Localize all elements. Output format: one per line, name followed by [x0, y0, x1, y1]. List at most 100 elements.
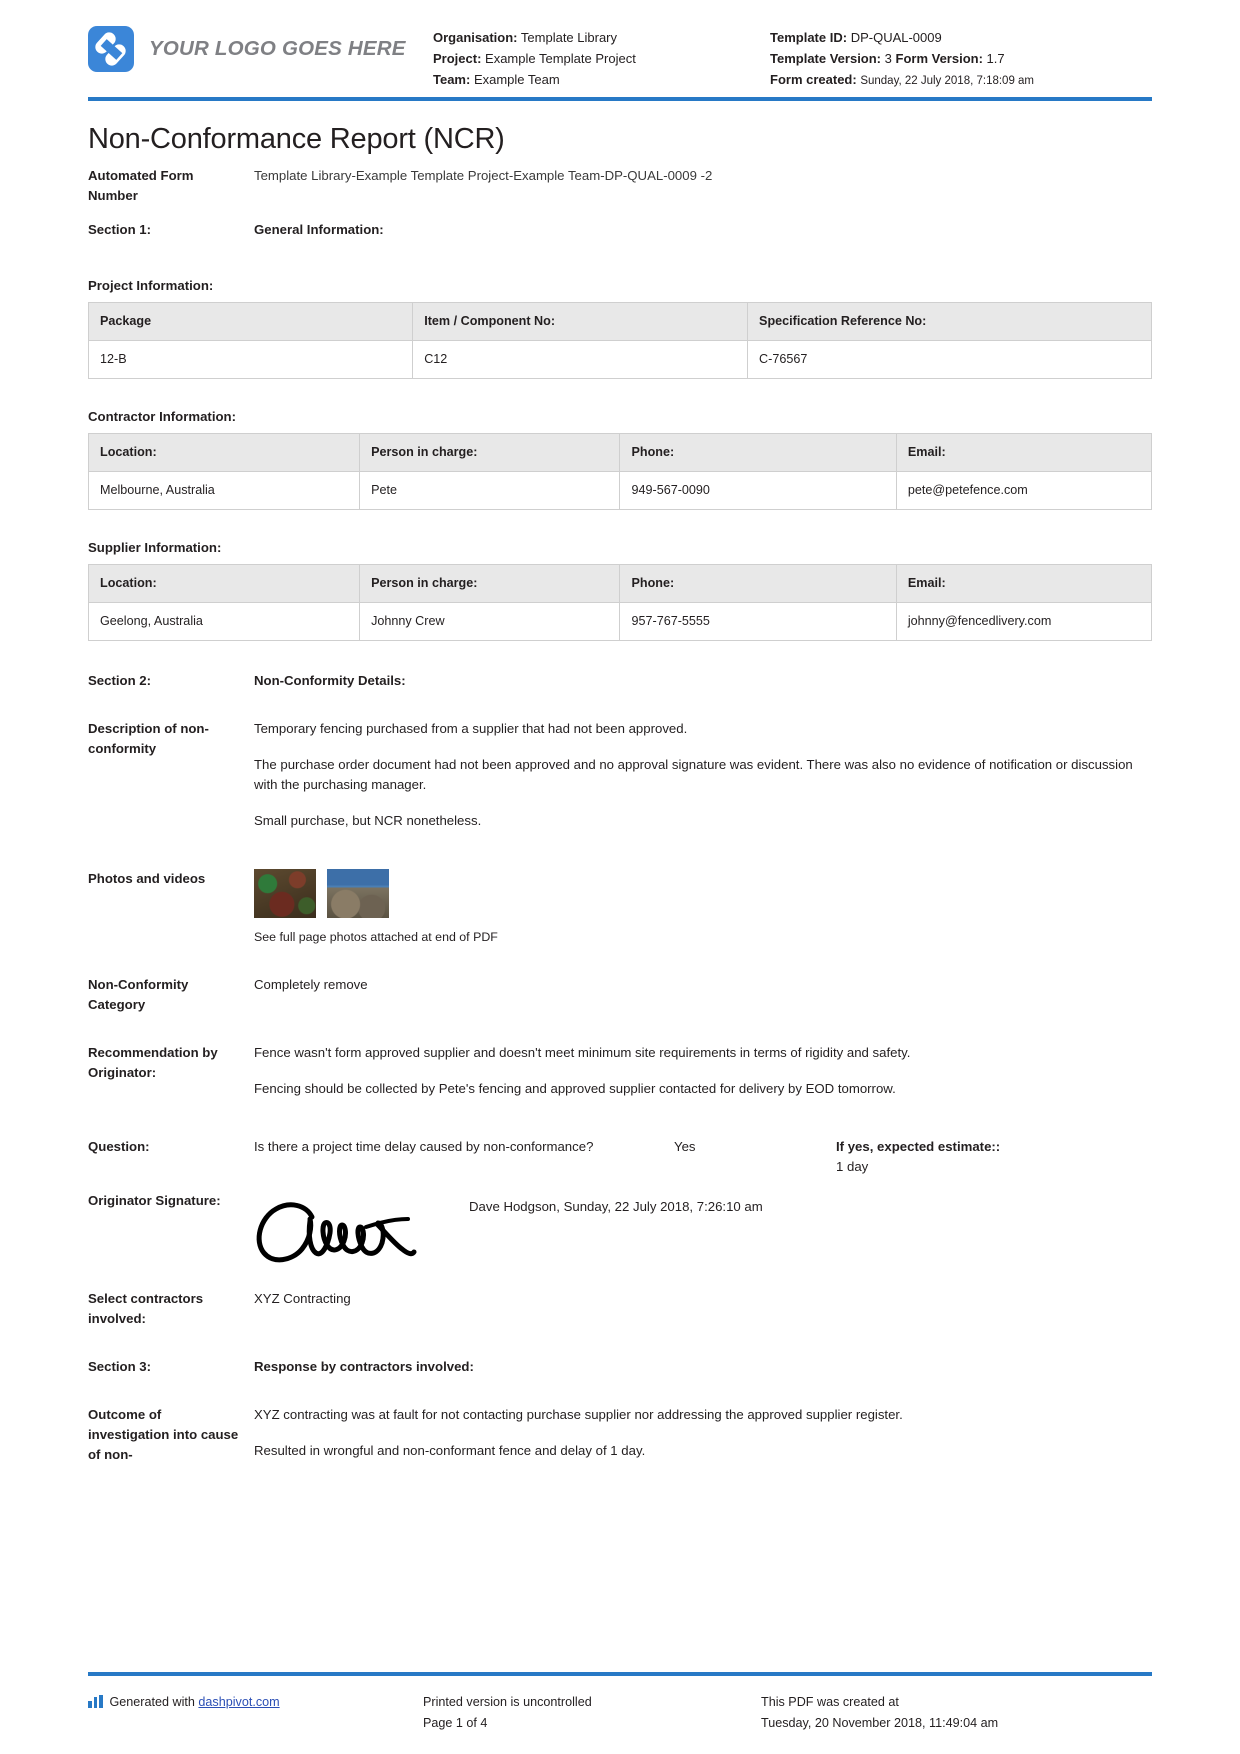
- page-title: Non-Conformance Report (NCR): [88, 123, 505, 155]
- question-estimate-value: 1 day: [836, 1159, 869, 1174]
- footer-created-notice: This PDF was created at: [761, 1695, 899, 1709]
- description-value: Temporary fencing purchased from a suppl…: [254, 719, 1152, 831]
- footer-generated: Generated with dashpivot.com: [88, 1692, 423, 1734]
- photo-thumbnail[interactable]: [327, 869, 389, 918]
- header-meta-right: Template ID: DP-QUAL-0009 Template Versi…: [770, 18, 1152, 92]
- document-page: YOUR LOGO GOES HERE Organisation: Templa…: [0, 0, 1240, 1754]
- description-row: Description of non-conformity Temporary …: [88, 719, 1152, 831]
- section2-row: Section 2: Non-Conformity Details:: [88, 671, 1152, 691]
- document-footer: Generated with dashpivot.com Printed ver…: [88, 1692, 1152, 1734]
- table-header-row: Location: Person in charge: Phone: Email…: [87, 433, 1153, 472]
- header-organisation-value: Template Library: [520, 30, 618, 45]
- column-header: Package: [87, 302, 414, 341]
- question-label: Question:: [88, 1139, 150, 1154]
- table-cell: 949-567-0090: [619, 471, 897, 510]
- logo-text: YOUR LOGO GOES HERE: [149, 37, 406, 60]
- table-cell: 957-767-5555: [619, 602, 897, 641]
- header-template-version-label: Template Version:: [770, 51, 882, 66]
- column-header: Location:: [87, 564, 361, 603]
- contractors-value: XYZ Contracting: [254, 1291, 351, 1306]
- header-team-label: Team:: [433, 72, 471, 87]
- photo-thumbnail[interactable]: [254, 869, 316, 918]
- outcome-row: Outcome of investigation into cause of n…: [88, 1405, 1152, 1465]
- column-header: Email:: [895, 564, 1153, 603]
- company-logo-icon: [88, 26, 134, 72]
- footer-print-info: Printed version is uncontrolled Page 1 o…: [423, 1692, 761, 1734]
- table-cell: Geelong, Australia: [87, 602, 361, 641]
- section3-title: Response by contractors involved:: [254, 1359, 474, 1374]
- column-header: Person in charge:: [359, 433, 621, 472]
- header-template-id-label: Template ID:: [770, 30, 848, 45]
- outcome-value: XYZ contracting was at fault for not con…: [254, 1405, 1152, 1461]
- footer-printed-notice: Printed version is uncontrolled: [423, 1695, 592, 1709]
- recommendation-paragraph: Fence wasn't form approved supplier and …: [254, 1045, 911, 1060]
- table-cell: 12-B: [87, 340, 414, 379]
- photos-row: Photos and videos See full page photos a…: [88, 869, 1152, 947]
- description-paragraph: Small purchase, but NCR nonetheless.: [254, 813, 482, 828]
- question-value: Is there a project time delay caused by …: [254, 1137, 1152, 1177]
- recommendation-value: Fence wasn't form approved supplier and …: [254, 1043, 1152, 1099]
- footer-divider: [88, 1672, 1152, 1676]
- section2-title: Non-Conformity Details:: [254, 673, 406, 688]
- automated-form-number-value: Template Library-Example Template Projec…: [254, 168, 713, 183]
- column-header: Person in charge:: [359, 564, 621, 603]
- supplier-information-heading: Supplier Information:: [88, 540, 222, 555]
- supplier-information-table: Location: Person in charge: Phone: Email…: [87, 564, 1153, 641]
- contractor-information-table: Location: Person in charge: Phone: Email…: [87, 433, 1153, 510]
- signature-image: [254, 1191, 469, 1275]
- header-project-label: Project:: [433, 51, 482, 66]
- section1-row: Section 1: General Information:: [88, 220, 1152, 240]
- section3-label: Section 3:: [88, 1359, 152, 1374]
- column-header: Specification Reference No:: [747, 302, 1152, 341]
- header-versions: Template Version: 3 Form Version: 1.7: [770, 48, 1152, 69]
- outcome-paragraph: XYZ contracting was at fault for not con…: [254, 1407, 903, 1422]
- footer-generated-label: Generated with: [109, 1695, 195, 1709]
- header-template-id: Template ID: DP-QUAL-0009: [770, 27, 1152, 48]
- photos-label: Photos and videos: [88, 871, 206, 886]
- signature-row: Originator Signature: Dave Hodgson, Sund…: [88, 1191, 1152, 1275]
- signature-value: Dave Hodgson, Sunday, 22 July 2018, 7:26…: [254, 1191, 1152, 1275]
- project-information-table: Package Item / Component No: Specificati…: [87, 302, 1152, 379]
- document-body: Non-Conformance Report (NCR) Automated F…: [0, 123, 1240, 1465]
- column-header: Phone:: [619, 433, 897, 472]
- table-cell: Melbourne, Australia: [87, 471, 361, 510]
- description-paragraph: Temporary fencing purchased from a suppl…: [254, 721, 688, 736]
- table-cell: Johnny Crew: [359, 602, 621, 641]
- question-answer: Yes: [674, 1139, 696, 1154]
- project-information-heading: Project Information:: [88, 278, 214, 293]
- table-cell: pete@petefence.com: [895, 471, 1153, 510]
- dashpivot-link[interactable]: dashpivot.com: [198, 1695, 279, 1709]
- dashpivot-logo-icon: [88, 1695, 103, 1708]
- header-project: Project: Example Template Project: [433, 48, 770, 69]
- table-cell: C12: [412, 340, 749, 379]
- question-estimate: If yes, expected estimate:: 1 day: [836, 1137, 1152, 1177]
- header-template-id-value: DP-QUAL-0009: [850, 30, 942, 45]
- category-row: Non-Conformity Category Completely remov…: [88, 975, 1152, 1015]
- photos-value: See full page photos attached at end of …: [254, 869, 1152, 947]
- photos-caption: See full page photos attached at end of …: [254, 930, 498, 944]
- table-row: Geelong, Australia Johnny Crew 957-767-5…: [87, 602, 1153, 641]
- header-organisation-label: Organisation:: [433, 30, 518, 45]
- header-project-value: Example Template Project: [485, 51, 636, 66]
- section1-title: General Information:: [254, 222, 384, 237]
- table-cell: C-76567: [747, 340, 1152, 379]
- signature-label: Originator Signature:: [88, 1193, 221, 1208]
- header-form-created-label: Form created:: [770, 72, 857, 87]
- table-cell: johnny@fencedlivery.com: [895, 602, 1153, 641]
- category-value: Completely remove: [254, 977, 368, 992]
- header-organisation: Organisation: Template Library: [433, 27, 770, 48]
- section2-label: Section 2:: [88, 673, 152, 688]
- question-estimate-label: If yes, expected estimate::: [836, 1139, 1001, 1154]
- contractors-row: Select contractors involved: XYZ Contrac…: [88, 1289, 1152, 1329]
- question-row: Question: Is there a project time delay …: [88, 1137, 1152, 1177]
- header-team: Team: Example Team: [433, 69, 770, 90]
- footer-created-date: Tuesday, 20 November 2018, 11:49:04 am: [761, 1716, 999, 1730]
- column-header: Item / Component No:: [412, 302, 749, 341]
- automated-form-number-label: Automated Form Number: [88, 168, 194, 203]
- footer-page-number: Page 1 of 4: [423, 1716, 488, 1730]
- table-header-row: Location: Person in charge: Phone: Email…: [87, 564, 1153, 603]
- recommendation-paragraph: Fencing should be collected by Pete's fe…: [254, 1081, 896, 1096]
- section1-label: Section 1:: [88, 222, 152, 237]
- recommendation-label: Recommendation by Originator:: [88, 1045, 218, 1080]
- contractor-information-heading: Contractor Information:: [88, 409, 236, 424]
